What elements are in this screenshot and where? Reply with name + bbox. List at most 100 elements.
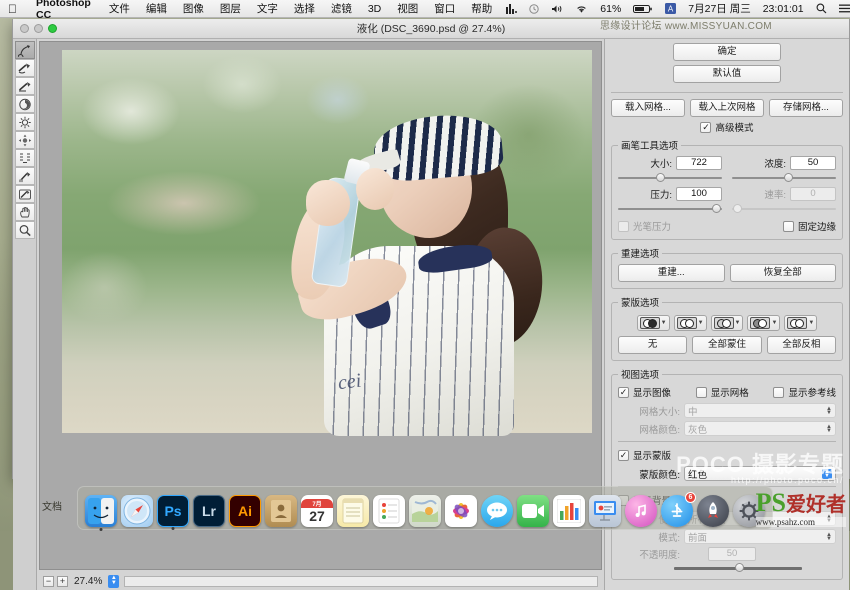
dock-contacts[interactable]: [265, 495, 297, 527]
mask-intersect-with-selection-button[interactable]: ▼: [747, 315, 781, 331]
menu-item-3d[interactable]: 3D: [360, 3, 389, 15]
menu-item-select[interactable]: 选择: [286, 1, 323, 16]
menu-item-view[interactable]: 视图: [389, 1, 426, 16]
mesh-color-select[interactable]: 灰色 ▲ ▼: [684, 421, 836, 436]
mask-color-select[interactable]: 红色 ▲ ▼: [684, 466, 836, 481]
brush-pressure-field[interactable]: 100: [676, 187, 722, 201]
dock-keynote[interactable]: [589, 495, 621, 527]
reconstruct-tool[interactable]: [14, 59, 35, 77]
brush-rate-knob[interactable]: [733, 204, 743, 213]
menu-item-file[interactable]: 文件: [101, 1, 138, 16]
stylus-pressure-checkbox[interactable]: [618, 220, 629, 232]
dock-launchpad[interactable]: [697, 495, 729, 527]
twirl-clockwise-tool[interactable]: [14, 95, 35, 113]
chevron-down-icon[interactable]: ▼: [808, 320, 814, 326]
backdrop-mode-select[interactable]: 前面 ▲ ▼: [684, 529, 836, 544]
zoom-stepper[interactable]: ▲ ▼: [108, 574, 120, 588]
smooth-tool[interactable]: [14, 77, 35, 95]
mask-none-button[interactable]: 无: [618, 336, 688, 354]
save-mesh-button[interactable]: 存储网格...: [769, 99, 843, 117]
thaw-mask-tool[interactable]: [14, 185, 35, 203]
dock-notes[interactable]: [337, 495, 369, 527]
pucker-tool[interactable]: [14, 113, 35, 131]
battery-icon[interactable]: [627, 4, 659, 14]
advanced-mode-checkbox[interactable]: ✓: [700, 121, 712, 133]
dock-safari[interactable]: [121, 495, 153, 527]
dock-lightroom[interactable]: Lr: [193, 495, 225, 527]
show-image-checkbox[interactable]: ✓: [618, 386, 629, 398]
brush-size-slider[interactable]: [618, 173, 722, 183]
show-mask-row[interactable]: ✓ 显示蒙版: [618, 448, 836, 462]
chevron-down-icon[interactable]: ▼: [771, 320, 777, 326]
backdrop-opacity-knob[interactable]: [735, 563, 745, 572]
notification-center-icon[interactable]: [833, 3, 850, 14]
menu-item-image[interactable]: 图像: [175, 1, 212, 16]
brush-density-knob[interactable]: [784, 173, 793, 182]
mask-add-to-selection-button[interactable]: ▼: [673, 315, 707, 331]
freeze-mask-tool[interactable]: [14, 167, 35, 185]
dock-reminders[interactable]: [373, 495, 405, 527]
time-machine-icon[interactable]: [523, 3, 545, 14]
load-last-mesh-button[interactable]: 载入上次网格: [690, 99, 764, 117]
apple-menu-icon[interactable]: : [0, 3, 26, 15]
show-image-row[interactable]: ✓ 显示图像: [618, 385, 671, 399]
dock-maps[interactable]: [409, 495, 441, 527]
chevron-down-icon[interactable]: ▼: [735, 320, 741, 326]
sound-meter-icon[interactable]: [500, 3, 523, 14]
chevron-down-icon[interactable]: ▼: [698, 320, 704, 326]
zoom-out-button[interactable]: −: [43, 575, 54, 587]
show-mask-checkbox[interactable]: ✓: [618, 449, 629, 461]
bloat-tool[interactable]: [14, 131, 35, 149]
brush-density-field[interactable]: 50: [790, 156, 836, 170]
stylus-pressure-row[interactable]: 光笔压力: [618, 219, 671, 233]
zoom-tool[interactable]: [14, 221, 35, 239]
menu-item-layer[interactable]: 图层: [212, 1, 249, 16]
volume-icon[interactable]: [545, 4, 569, 14]
mask-all-button[interactable]: 全部蒙住: [692, 336, 762, 354]
hand-tool[interactable]: [14, 203, 35, 221]
spotlight-search-icon[interactable]: [810, 3, 833, 14]
chevron-down-icon[interactable]: ▼: [661, 320, 667, 326]
dock-numbers[interactable]: [553, 495, 585, 527]
brush-density-slider[interactable]: [732, 173, 836, 183]
dock-messages[interactable]: [481, 495, 513, 527]
zoom-in-button[interactable]: +: [57, 575, 68, 587]
menu-item-window[interactable]: 窗口: [426, 1, 463, 16]
advanced-mode-row[interactable]: ✓ 高级模式: [611, 120, 843, 134]
show-guides-checkbox[interactable]: [773, 386, 785, 398]
brush-size-knob[interactable]: [656, 173, 666, 182]
menu-item-edit[interactable]: 编辑: [138, 1, 175, 16]
brush-pressure-slider[interactable]: [618, 204, 722, 214]
backdrop-opacity-slider[interactable]: [674, 563, 802, 573]
show-mesh-row[interactable]: 显示网格: [695, 385, 749, 399]
forward-warp-tool[interactable]: [14, 41, 35, 59]
brush-size-field[interactable]: 722: [676, 156, 722, 170]
mask-invert-selection-button[interactable]: ▼: [784, 315, 818, 331]
mask-replace-selection-button[interactable]: ▼: [636, 315, 670, 331]
menu-item-help[interactable]: 帮助: [463, 1, 500, 16]
dock-calendar[interactable]: 7月 27: [301, 495, 333, 527]
pin-edges-row[interactable]: 固定边缘: [782, 219, 836, 233]
backdrop-opacity-field[interactable]: 50: [708, 547, 756, 561]
default-button[interactable]: 默认值: [673, 65, 781, 83]
mesh-size-select[interactable]: 中 ▲ ▼: [684, 403, 836, 418]
brush-pressure-knob[interactable]: [711, 204, 721, 213]
ok-button[interactable]: 确定: [673, 43, 781, 61]
input-source-icon[interactable]: A: [659, 3, 682, 14]
pin-edges-checkbox[interactable]: [782, 220, 794, 232]
show-guides-row[interactable]: 显示参考线: [773, 385, 836, 399]
horizontal-scrollbar[interactable]: [124, 575, 598, 587]
dock-illustrator[interactable]: Ai: [229, 495, 261, 527]
dock-appstore[interactable]: 6: [661, 492, 696, 527]
wifi-icon[interactable]: [569, 4, 594, 14]
dock-facetime[interactable]: [517, 495, 549, 527]
restore-all-button[interactable]: 恢复全部: [729, 264, 836, 282]
dock-photos[interactable]: [445, 495, 477, 527]
menu-item-filter[interactable]: 滤镜: [323, 1, 360, 16]
menu-item-type[interactable]: 文字: [249, 1, 286, 16]
mask-invert-all-button[interactable]: 全部反相: [766, 336, 836, 354]
dock-finder[interactable]: [85, 495, 117, 527]
dock-itunes[interactable]: [625, 495, 657, 527]
dock-photoshop[interactable]: Ps: [157, 495, 189, 527]
mask-subtract-from-selection-button[interactable]: ▼: [710, 315, 744, 331]
